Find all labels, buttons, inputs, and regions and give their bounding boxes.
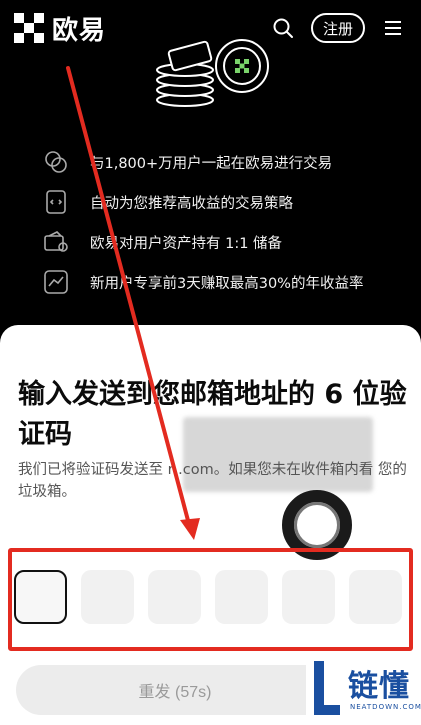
watermark-text: 链懂 <box>348 669 410 704</box>
feature-item: 与1,800+万用户一起在欧易进行交易 <box>42 142 402 182</box>
feature-list: 与1,800+万用户一起在欧易进行交易 自动为您推荐高收益的交易策略 欧易对用户… <box>42 142 402 302</box>
hero-illustration <box>150 38 300 108</box>
feature-text: 自动为您推荐高收益的交易策略 <box>90 195 293 212</box>
wallet-icon <box>42 228 70 256</box>
feature-item: 欧易对用户资产持有 1:1 储备 <box>42 222 402 262</box>
chart-icon <box>42 268 70 296</box>
strategy-icon <box>42 188 70 216</box>
feature-text: 欧易对用户资产持有 1:1 储备 <box>90 235 283 252</box>
logo[interactable]: 欧易 <box>14 10 106 47</box>
watermark-logo-icon <box>314 661 340 715</box>
sheet-description: 我们已将验证码发送至 r .com。如果您未在收件箱内看 您的垃圾箱。 <box>18 462 407 500</box>
annotation-highlight-frame <box>8 548 413 651</box>
menu-icon[interactable] <box>379 14 407 42</box>
coins-icon <box>42 148 70 176</box>
watermark-sub: NEATDOWN.COM <box>350 703 421 711</box>
feature-text: 新用户专享前3天赚取最高30%的年收益率 <box>90 275 364 292</box>
okx-logo-icon <box>14 13 44 43</box>
resend-button[interactable]: 重发 (57s) <box>16 665 334 715</box>
register-button[interactable]: 注册 <box>310 13 365 43</box>
feature-item: 新用户专享前3天赚取最高30%的年收益率 <box>42 262 402 302</box>
brand-name: 欧易 <box>52 15 107 46</box>
feature-text: 与1,800+万用户一起在欧易进行交易 <box>90 155 333 172</box>
watermark: 链懂 NEATDOWN.COM <box>306 655 421 725</box>
feature-item: 自动为您推荐高收益的交易策略 <box>42 182 402 222</box>
